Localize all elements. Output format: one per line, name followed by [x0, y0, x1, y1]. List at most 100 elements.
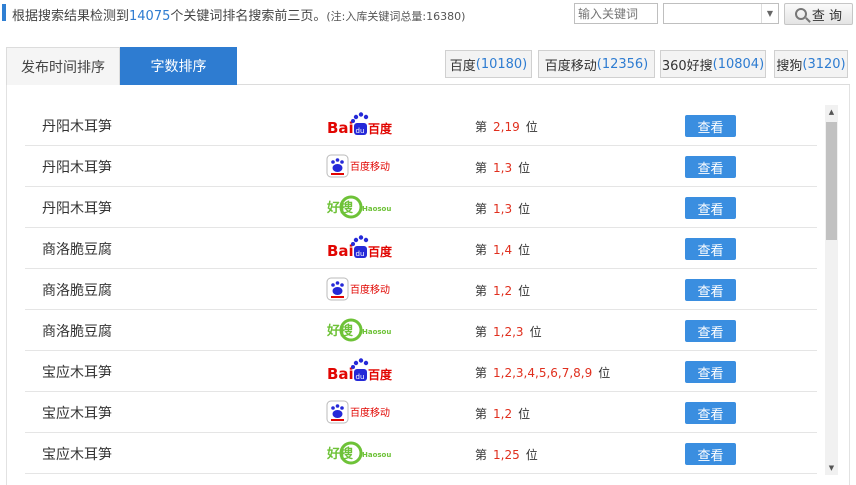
- svg-text:好搜: 好搜: [326, 446, 354, 462]
- keyword-label: 商洛脆豆腐: [42, 283, 112, 299]
- view-button[interactable]: 查看: [685, 402, 736, 424]
- baidu-mobile-logo-icon: 百度移动: [326, 154, 390, 178]
- rank-positions: 1,3: [493, 202, 513, 216]
- keyword-label: 宝应木耳笋: [42, 365, 112, 381]
- view-button[interactable]: 查看: [685, 115, 736, 137]
- engine-select[interactable]: ▼: [663, 3, 779, 24]
- engine-name: 百度: [449, 58, 476, 74]
- rank-suffix: 位: [525, 120, 538, 134]
- svg-text:好搜: 好搜: [326, 323, 354, 339]
- rank-prefix: 第: [475, 202, 488, 216]
- results-panel: 丹阳木耳笋 Bai du 百度 第 2,19 位 查看 丹阳木耳笋 百度移动 第 1,…: [6, 85, 850, 485]
- rank-positions: 1,2,3: [493, 325, 524, 339]
- rank-suffix: 位: [598, 366, 611, 380]
- tab-count-sort[interactable]: 字数排序: [120, 47, 237, 85]
- haosou-logo-icon: 好搜 Haosou: [326, 318, 391, 342]
- haosou-logo-icon: 好搜 Haosou: [326, 195, 391, 219]
- summary-text: 根据搜索结果检测到14075个关键词排名搜索前三页。(注:入库关键词总量:163…: [12, 5, 465, 24]
- view-button[interactable]: 查看: [685, 279, 736, 301]
- rank-text: 第 2,19 位: [475, 118, 538, 135]
- scroll-down-icon[interactable]: ▼: [825, 461, 838, 475]
- rank-prefix: 第: [475, 243, 488, 257]
- rank-positions: 1,25: [493, 448, 520, 462]
- rank-text: 第 1,3 位: [475, 159, 530, 176]
- rank-positions: 1,3: [493, 161, 513, 175]
- tab-time-sort[interactable]: 发布时间排序: [6, 47, 120, 85]
- rank-positions: 1,4: [493, 243, 513, 257]
- summary-count: 14075: [129, 9, 171, 24]
- rank-positions: 1,2: [493, 407, 513, 421]
- engine-count: (12356): [596, 56, 649, 72]
- keyword-label: 丹阳木耳笋: [42, 201, 112, 217]
- rank-text: 第 1,2 位: [475, 282, 530, 299]
- rank-suffix: 位: [518, 284, 531, 298]
- svg-text:百度: 百度: [368, 121, 393, 136]
- rank-prefix: 第: [475, 120, 488, 134]
- rank-prefix: 第: [475, 325, 488, 339]
- engine-filter-sogou[interactable]: 搜狗 (3120): [774, 50, 848, 78]
- view-button[interactable]: 查看: [685, 443, 736, 465]
- engine-count: (10180): [475, 56, 528, 72]
- rank-prefix: 第: [475, 284, 488, 298]
- engine-name: 360好搜: [661, 58, 713, 74]
- keyword-label: 丹阳木耳笋: [42, 160, 112, 176]
- table-row: 商洛脆豆腐 Bai du 百度 第 1,4 位 查看: [25, 228, 817, 269]
- baidu-logo-icon: Bai du 百度: [327, 112, 393, 137]
- keyword-label: 商洛脆豆腐: [42, 324, 112, 340]
- view-button[interactable]: 查看: [685, 197, 736, 219]
- svg-text:好搜: 好搜: [326, 200, 354, 216]
- view-button[interactable]: 查看: [685, 361, 736, 383]
- rank-suffix: 位: [518, 407, 531, 421]
- rank-text: 第 1,25 位: [475, 446, 538, 463]
- table-row: 丹阳木耳笋 百度移动 第 1,3 位 查看: [25, 146, 817, 187]
- rank-prefix: 第: [475, 407, 488, 421]
- rank-suffix: 位: [529, 325, 542, 339]
- rank-positions: 2,19: [493, 120, 520, 134]
- svg-text:Haosou: Haosou: [362, 328, 391, 336]
- svg-text:百度: 百度: [368, 244, 393, 259]
- rank-text: 第 1,2 位: [475, 405, 530, 422]
- svg-text:du: du: [356, 127, 365, 135]
- results-list: 丹阳木耳笋 Bai du 百度 第 2,19 位 查看 丹阳木耳笋 百度移动 第 1,…: [25, 105, 817, 474]
- engine-name: 百度移动: [544, 58, 597, 74]
- svg-text:Bai: Bai: [327, 119, 354, 137]
- rank-prefix: 第: [475, 448, 488, 462]
- table-row: 宝应木耳笋 Bai du 百度 第 1,2,3,4,5,6,7,8,9 位 查看: [25, 351, 817, 392]
- accent-bar: [2, 4, 6, 21]
- search-icon: [794, 8, 807, 20]
- view-button[interactable]: 查看: [685, 156, 736, 178]
- svg-text:Bai: Bai: [327, 242, 354, 260]
- query-label: 查 询: [811, 8, 843, 24]
- table-row: 宝应木耳笋 百度移动 第 1,2 位 查看: [25, 392, 817, 433]
- view-button[interactable]: 查看: [685, 238, 736, 260]
- svg-text:百度移动: 百度移动: [350, 283, 390, 296]
- header: 根据搜索结果检测到14075个关键词排名搜索前三页。(注:入库关键词总量:163…: [0, 0, 856, 30]
- svg-text:Haosou: Haosou: [362, 451, 391, 459]
- engine-filter-baidu[interactable]: 百度 (10180): [445, 50, 532, 78]
- engine-count: (3120): [802, 56, 846, 72]
- engine-count: (10804): [712, 56, 765, 72]
- summary-suffix: 个关键词排名搜索前三页。: [170, 9, 327, 24]
- keyword-label: 丹阳木耳笋: [42, 119, 112, 135]
- rank-text: 第 1,4 位: [475, 241, 530, 258]
- haosou-logo-icon: 好搜 Haosou: [326, 441, 391, 465]
- engine-filter-baidu-mobile[interactable]: 百度移动 (12356): [538, 50, 655, 78]
- rank-positions: 1,2,3,4,5,6,7,8,9: [493, 366, 593, 380]
- keyword-input[interactable]: [574, 3, 658, 24]
- table-row: 宝应木耳笋 好搜 Haosou 第 1,25 位 查看: [25, 433, 817, 474]
- keyword-label: 宝应木耳笋: [42, 447, 112, 463]
- chevron-down-icon[interactable]: ▼: [761, 4, 778, 23]
- view-button[interactable]: 查看: [685, 320, 736, 342]
- engine-filter-360[interactable]: 360好搜 (10804): [660, 50, 766, 78]
- scroll-up-icon[interactable]: ▲: [825, 105, 838, 119]
- scrollbar[interactable]: ▲ ▼: [825, 105, 838, 475]
- table-row: 商洛脆豆腐 好搜 Haosou 第 1,2,3 位 查看: [25, 310, 817, 351]
- rank-suffix: 位: [518, 243, 531, 257]
- svg-text:Haosou: Haosou: [362, 205, 391, 213]
- summary-note: (注:入库关键词总量:16380): [326, 10, 466, 23]
- rank-prefix: 第: [475, 366, 488, 380]
- query-button[interactable]: 查 询: [784, 3, 853, 25]
- baidu-logo-icon: Bai du 百度: [327, 235, 393, 260]
- scroll-thumb[interactable]: [826, 122, 837, 240]
- rank-positions: 1,2: [493, 284, 513, 298]
